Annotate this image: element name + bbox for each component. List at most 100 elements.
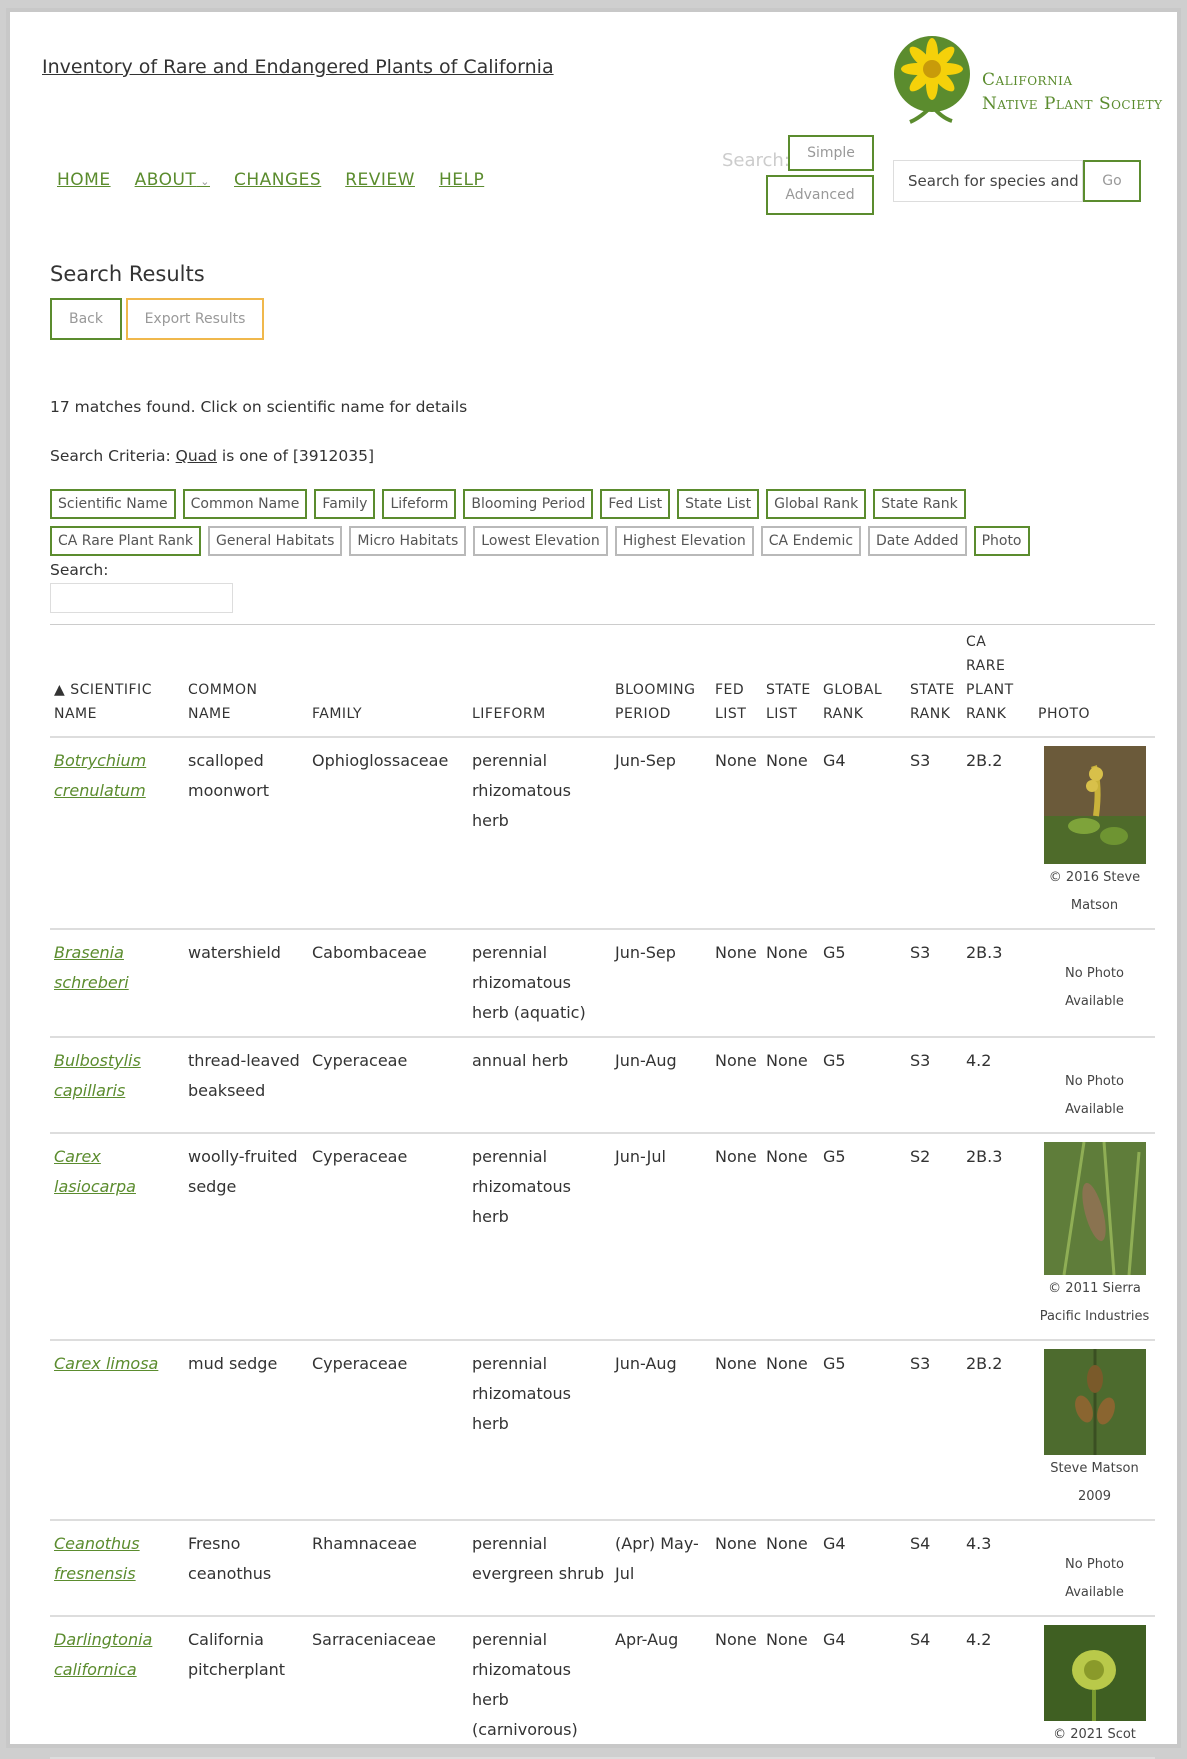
column-toggle-date-added[interactable]: Date Added [868,526,967,556]
photo-spacer [1038,1046,1151,1068]
scientific-name-link[interactable]: Botrychium crenulatum [54,751,146,800]
column-toggle-micro-habitats[interactable]: Micro Habitats [349,526,467,556]
column-header-lifeform[interactable]: Lifeform [468,630,611,738]
export-results-button[interactable]: Export Results [126,298,264,340]
column-toggle-photo[interactable]: Photo [973,526,1030,556]
column-toggle-global-rank[interactable]: Global Rank [766,489,867,519]
lifeform-cell: perennial rhizomatous herb (aquatic) [468,929,611,1038]
column-toggle-ca-endemic[interactable]: CA Endemic [760,526,862,556]
scientific-name-link[interactable]: Carex lasiocarpa [54,1147,136,1196]
fed-list-cell: None [711,1616,762,1759]
photo-cell: © 2011 Sierra Pacific Industries [1034,1133,1155,1341]
lifeform-cell: perennial rhizomatous herb [468,1340,611,1521]
species-search-input[interactable]: Search for species and [893,160,1083,202]
table-body: Botrychium crenulatum scalloped moonwort O… [50,737,1155,1759]
column-header-common-name[interactable]: Common Name [184,630,308,738]
nav-changes[interactable]: CHANGES [234,170,321,190]
back-button[interactable]: Back [50,298,122,340]
global-rank-cell: G5 [819,1037,906,1134]
column-toggle-ca-rare-plant-rank[interactable]: CA Rare Plant Rank [50,526,202,556]
cnps-logo[interactable]: California Native Plant Society [890,26,1180,126]
state-rank-cell: S3 [906,1340,962,1521]
ca-rare-plant-rank-cell: 4.2 [962,1037,1034,1134]
column-header-family[interactable]: Family [308,630,468,738]
photo-spacer [1038,938,1151,960]
family-cell: Cabombaceae [308,929,468,1038]
main-nav: HOME ABOUT ⌄ CHANGES REVIEW HELP [57,170,484,190]
column-toggle-general-habitats[interactable]: General Habitats [208,526,343,556]
column-header-photo[interactable]: Photo [1034,630,1155,738]
column-toggle-fed-list[interactable]: Fed List [600,489,671,519]
column-toggle-lowest-elevation[interactable]: Lowest Elevation [473,526,608,556]
column-toggle-scientific-name[interactable]: Scientific Name [50,489,176,519]
ca-rare-plant-rank-cell: 2B.2 [962,1340,1034,1521]
column-header-ca-rare-plant-rank[interactable]: CA Rare Plant Rank [962,630,1034,738]
family-cell: Cyperaceae [308,1133,468,1341]
column-toggle-lifeform[interactable]: Lifeform [382,489,457,519]
column-toggle-family[interactable]: Family [314,489,376,519]
go-button[interactable]: Go [1083,160,1141,202]
state-list-cell: None [762,1133,819,1341]
blooming-period-cell: Jun-Jul [611,1133,711,1341]
column-header-scientific-name[interactable]: ▲ Scientific Name [50,630,184,738]
advanced-search-button[interactable]: Advanced [766,175,874,215]
column-toggle-state-list[interactable]: State List [677,489,760,519]
fed-list-cell: None [711,929,762,1038]
state-rank-cell: S3 [906,929,962,1038]
column-toggle-highest-elevation[interactable]: Highest Elevation [614,526,754,556]
lifeform-cell: perennial rhizomatous herb (carnivorous) [468,1616,611,1759]
table-search-label: Search: [50,561,109,579]
scientific-name-cell: Darlingtonia californica [50,1616,184,1759]
photo-credit: © 2016 Steve Matson [1048,870,1141,913]
column-header-fed-list[interactable]: Fed List [711,630,762,738]
column-toggle-common-name[interactable]: Common Name [182,489,308,519]
scientific-name-link[interactable]: Bulbostylis capillaris [54,1051,141,1100]
criteria-field-link[interactable]: Quad [176,447,217,465]
nav-review[interactable]: REVIEW [345,170,415,190]
blooming-period-cell: Apr-Aug [611,1616,711,1759]
photo-spacer [1038,1529,1151,1551]
common-name-cell: woolly-fruited sedge [184,1133,308,1341]
plant-photo[interactable] [1043,746,1146,864]
lifeform-cell: perennial rhizomatous herb [468,1133,611,1341]
logo-line-2: Native Plant Society [982,94,1163,114]
ca-rare-plant-rank-cell: 2B.3 [962,1133,1034,1341]
ca-rare-plant-rank-cell: 2B.2 [962,737,1034,930]
table-search-input[interactable] [50,583,233,613]
global-rank-cell: G4 [819,737,906,930]
simple-search-button[interactable]: Simple [788,135,874,171]
photo-cell: Steve Matson 2009 [1034,1340,1155,1521]
table-row: Bulbostylis capillaris thread-leaved beak… [50,1037,1155,1134]
scientific-name-link[interactable]: Carex limosa [54,1354,158,1373]
global-rank-cell: G5 [819,1340,906,1521]
photo-cell: © 2016 Steve Matson [1034,737,1155,930]
scientific-name-link[interactable]: Ceanothus fresnensis [54,1534,140,1583]
fed-list-cell: None [711,1133,762,1341]
column-header-state-rank[interactable]: State Rank [906,630,962,738]
column-header-blooming-period[interactable]: Blooming Period [611,630,711,738]
column-toggle-blooming-period[interactable]: Blooming Period [463,489,594,519]
site-title-link[interactable]: Inventory of Rare and Endangered Plants … [42,56,554,78]
plant-photo[interactable] [1043,1349,1146,1455]
plant-photo[interactable] [1043,1625,1146,1721]
global-rank-cell: G5 [819,1133,906,1341]
column-header-global-rank[interactable]: Global Rank [819,630,906,738]
page: Inventory of Rare and Endangered Plants … [6,8,1181,1759]
fed-list-cell: None [711,1340,762,1521]
scientific-name-link[interactable]: Darlingtonia californica [54,1630,152,1679]
nav-home[interactable]: HOME [57,170,111,190]
ca-rare-plant-rank-cell: 2B.3 [962,929,1034,1038]
nav-about[interactable]: ABOUT ⌄ [135,170,210,190]
global-rank-cell: G4 [819,1616,906,1759]
scientific-name-link[interactable]: Brasenia schreberi [54,943,129,992]
plant-photo[interactable] [1043,1142,1146,1275]
logo-line-1: California [982,70,1073,90]
common-name-cell: thread-leaved beakseed [184,1037,308,1134]
photo-cell: No Photo Available [1034,1520,1155,1617]
nav-help[interactable]: HELP [439,170,484,190]
table-header-row: ▲ Scientific Name Common Name Family Lifefo… [50,630,1155,738]
column-header-state-list[interactable]: State List [762,630,819,738]
photo-credit: No Photo Available [1065,1074,1124,1117]
column-toggle-state-rank[interactable]: State Rank [873,489,966,519]
blooming-period-cell: (Apr) May-Jul [611,1520,711,1617]
